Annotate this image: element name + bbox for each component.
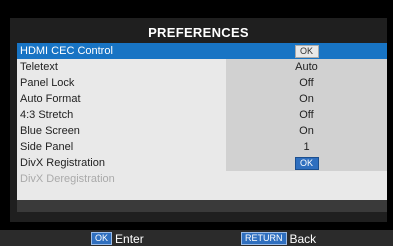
menu-item-value: On [226,123,387,139]
menu-item: DivX Deregistration [17,171,387,187]
preferences-panel: HDMI CEC Control OK Teletext Auto Panel Lock… [17,43,387,200]
return-key-icon: RETURN [241,232,287,245]
menu-item-label: Panel Lock [20,77,75,89]
menu-item[interactable]: Auto Format On [17,91,387,107]
menu-item[interactable]: HDMI CEC Control OK [17,43,387,59]
menu-item[interactable]: DivX Registration OK [17,155,387,171]
menu-item-label: DivX Registration [20,157,105,169]
menu-item-label: 4:3 Stretch [20,109,74,121]
enter-label: Enter [115,231,144,246]
menu-item[interactable]: Panel Lock Off [17,75,387,91]
footer-bar: OK Enter RETURN Back [0,230,393,246]
panel-bottom-strip [17,200,387,212]
menu-item[interactable]: 4:3 Stretch Off [17,107,387,123]
menu-item-value: OK [226,43,387,59]
menu-item-value: Off [226,107,387,123]
menu-item[interactable]: Teletext Auto [17,59,387,75]
menu-item-value [226,171,387,187]
menu-item-value: 1 [226,139,387,155]
menu-item-value: Off [226,75,387,91]
menu-item[interactable]: Side Panel 1 [17,139,387,155]
enter-hint: OK Enter [91,232,144,245]
menu-item-label: Blue Screen [20,125,80,137]
menu-list: HDMI CEC Control OK Teletext Auto Panel Lock… [17,43,387,187]
menu-item-value: Auto [226,59,387,75]
menu-item-label: Auto Format [20,93,81,105]
menu-item-label: Teletext [20,61,58,73]
back-hint: RETURN Back [241,232,316,245]
menu-item[interactable]: Blue Screen On [17,123,387,139]
ok-button[interactable]: OK [294,157,319,170]
menu-title: PREFERENCES [148,25,249,40]
ok-key-icon: OK [91,232,113,245]
ok-button[interactable]: OK [294,45,319,58]
back-label: Back [289,231,317,246]
menu-item-label: Side Panel [20,141,74,153]
menu-item-value: OK [226,155,387,171]
menu-item-value: On [226,91,387,107]
menu-item-label: HDMI CEC Control [20,45,113,57]
menu-item-label: DivX Deregistration [20,173,115,185]
